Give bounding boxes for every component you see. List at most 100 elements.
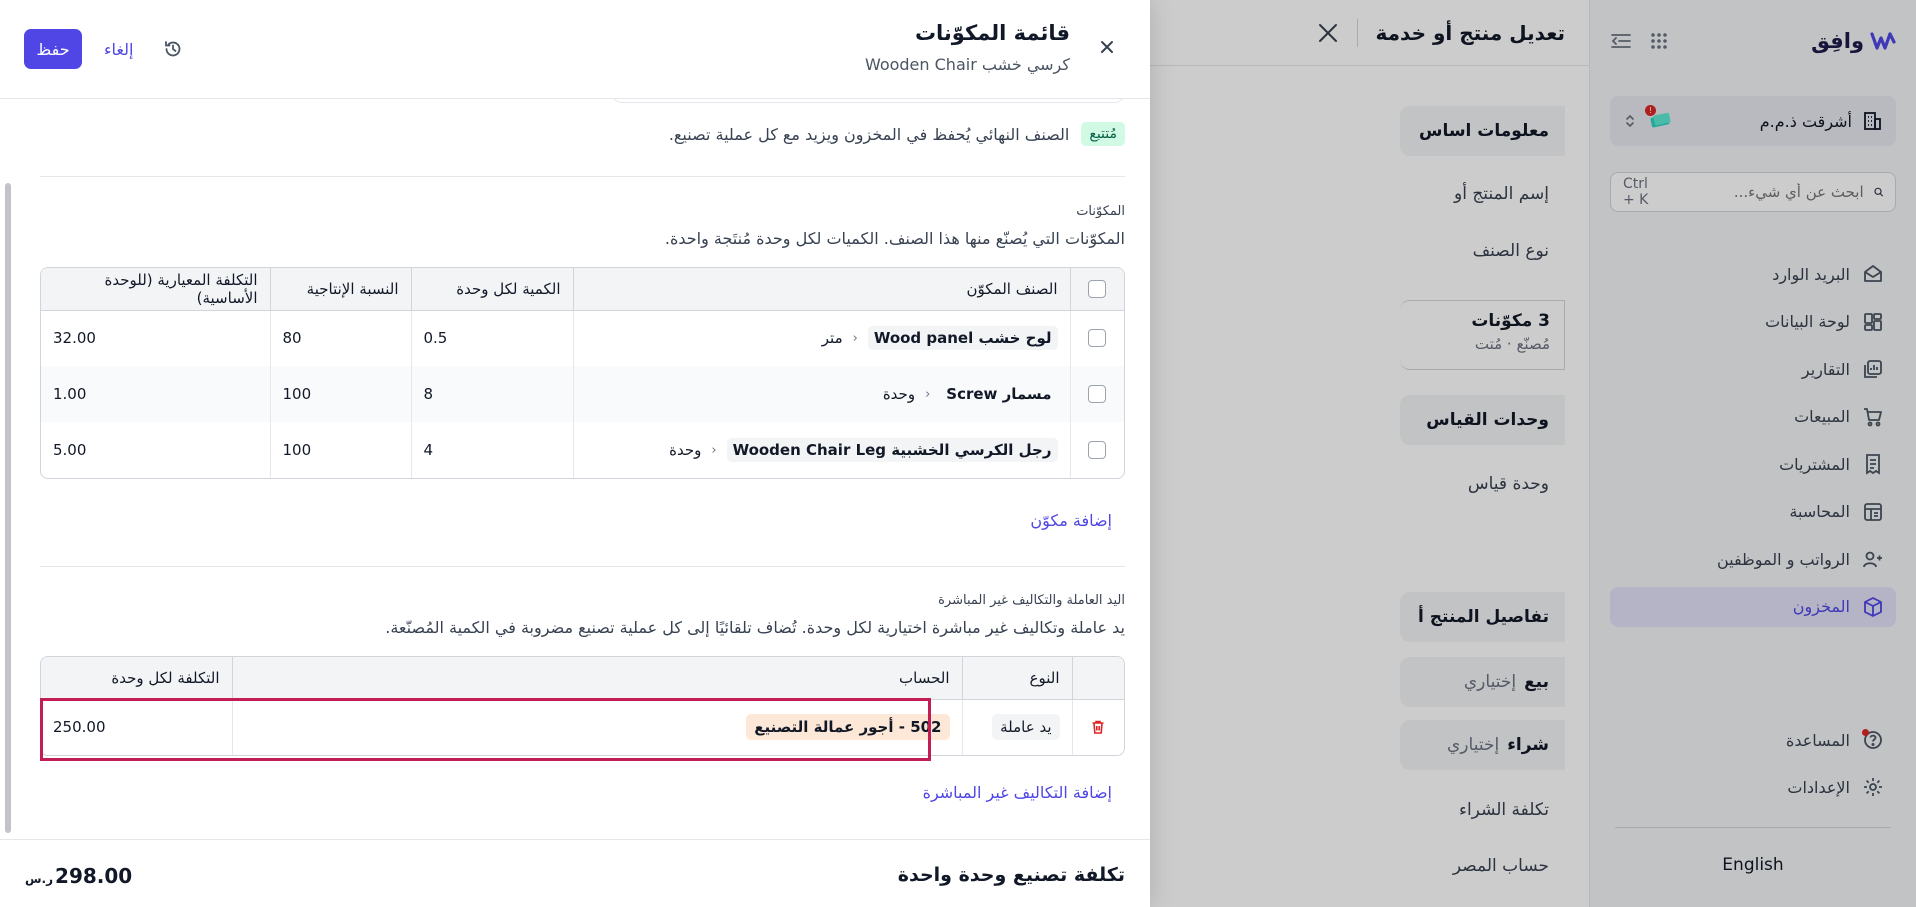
row-select-cell bbox=[1069, 422, 1124, 478]
edit-product-header: تعديل منتج أو خدمة bbox=[1150, 0, 1589, 66]
component-item-cell[interactable]: رجل الكرسي الخشبية Wooden Chair Leg ‹ وح… bbox=[572, 422, 1070, 478]
column-header[interactable]: النوع bbox=[961, 657, 1072, 700]
sell-row[interactable]: بيع إختياري bbox=[1400, 657, 1565, 707]
qty-cell[interactable]: 4 bbox=[410, 422, 573, 478]
components-summary-card[interactable]: 3 مكوّنات مُصنّع · مُتت bbox=[1400, 300, 1565, 370]
row-checkbox[interactable] bbox=[1088, 385, 1107, 403]
unit-cost-total: ر.س 298.00 bbox=[25, 864, 132, 888]
table-header-row: النوع الحساب التكلفة لكل وحدة bbox=[41, 657, 1124, 700]
nav-item-reports[interactable]: التقارير bbox=[1610, 349, 1896, 389]
nav-label: لوحة البيانات bbox=[1765, 312, 1850, 331]
section-basic-info[interactable]: معلومات اساس bbox=[1400, 106, 1565, 156]
unit-cost-label: تكلفة تصنيع وحدة واحدة bbox=[897, 864, 1125, 886]
table-row[interactable]: رجل الكرسي الخشبية Wooden Chair Leg ‹ وح… bbox=[41, 422, 1124, 478]
save-button[interactable]: حفظ bbox=[24, 29, 82, 69]
components-description: المكوّنات التي يُصنّع منها هذا الصنف. ال… bbox=[664, 229, 1125, 248]
chevron-updown-icon bbox=[1626, 114, 1634, 128]
close-icon[interactable] bbox=[1317, 22, 1339, 44]
nav-item-dashboard[interactable]: لوحة البيانات bbox=[1610, 302, 1896, 342]
component-item-cell[interactable]: لوح خشب Wood panel ‹ متر bbox=[572, 310, 1070, 366]
column-header[interactable]: الكمية لكل وحدة bbox=[410, 268, 573, 311]
component-name: رجل الكرسي الخشبية Wooden Chair Leg bbox=[726, 438, 1058, 462]
nav-item-purchases[interactable]: المشتريات bbox=[1610, 444, 1896, 484]
row-checkbox[interactable] bbox=[1088, 329, 1107, 348]
close-icon[interactable] bbox=[1098, 38, 1116, 56]
component-item-cell[interactable]: مسمار Screw ‹ وحدة bbox=[572, 366, 1070, 422]
component-unit: وحدة bbox=[882, 385, 916, 403]
language-switch[interactable]: English bbox=[1590, 855, 1916, 875]
yield-cell[interactable]: 80 bbox=[269, 310, 411, 366]
sidebar-divider bbox=[1615, 827, 1891, 828]
app-sidebar: وافِق أشرقت ذ.م.م ! Ctrl + K البريد الوا… bbox=[1589, 0, 1916, 907]
cart-icon bbox=[1864, 407, 1882, 426]
select-all-checkbox[interactable] bbox=[1088, 279, 1107, 298]
qty-cell[interactable]: 0.5 bbox=[410, 310, 573, 366]
reports-icon bbox=[1864, 360, 1882, 378]
nav-item-sales[interactable]: المبيعات bbox=[1610, 397, 1896, 437]
column-header[interactable]: الصنف المكوّن bbox=[572, 268, 1070, 311]
add-overhead-link[interactable]: إضافة التكاليف غير المباشرة bbox=[923, 783, 1112, 802]
sell-label: بيع bbox=[1524, 672, 1549, 692]
sidebar-tools bbox=[1610, 32, 1668, 50]
building-icon bbox=[1864, 112, 1881, 130]
labor-table-grid: النوع الحساب التكلفة لكل وحدة يد عاملة 5… bbox=[41, 657, 1124, 755]
brand-logo[interactable]: وافِق bbox=[1811, 29, 1896, 53]
yield-cell[interactable]: 100 bbox=[269, 422, 411, 478]
organization-switcher[interactable]: أشرقت ذ.م.م ! bbox=[1610, 96, 1896, 146]
notification-avatar[interactable]: ! bbox=[1645, 105, 1672, 131]
nav-item-accounting[interactable]: المحاسبة bbox=[1610, 492, 1896, 532]
history-icon[interactable] bbox=[163, 39, 183, 59]
scrollbar[interactable] bbox=[5, 183, 11, 833]
labor-table: النوع الحساب التكلفة لكل وحدة يد عاملة 5… bbox=[40, 656, 1125, 756]
nav-item-inbox[interactable]: البريد الوارد bbox=[1610, 254, 1896, 294]
buy-value: إختياري bbox=[1447, 735, 1500, 755]
help-icon-wrap bbox=[1862, 729, 1884, 751]
table-row[interactable]: يد عاملة 502 - أجور عمالة التصنيع 250.00 bbox=[41, 699, 1124, 755]
type-cell[interactable]: يد عاملة bbox=[961, 699, 1072, 755]
section-units[interactable]: وحدات القياس bbox=[1400, 395, 1565, 445]
nav-item-settings[interactable]: الإعدادات bbox=[1610, 767, 1896, 807]
qty-cell[interactable]: 8 bbox=[410, 366, 573, 422]
add-component-link[interactable]: إضافة مكوّن bbox=[1030, 511, 1112, 530]
buy-label: شراء bbox=[1507, 735, 1549, 755]
cancel-button[interactable]: إلغاء bbox=[104, 40, 133, 59]
column-header[interactable]: التكلفة لكل وحدة bbox=[41, 657, 232, 700]
collapse-sidebar-icon[interactable] bbox=[1610, 32, 1632, 50]
column-header[interactable]: الحساب bbox=[231, 657, 962, 700]
account-cell[interactable]: 502 - أجور عمالة التصنيع bbox=[231, 699, 962, 755]
field-label-unit: وحدة قياس bbox=[1467, 474, 1549, 494]
trash-icon[interactable] bbox=[1090, 719, 1106, 735]
apps-grid-icon[interactable] bbox=[1650, 32, 1668, 50]
row-checkbox[interactable] bbox=[1088, 441, 1107, 459]
column-header[interactable]: النسبة الإنتاجية bbox=[269, 268, 411, 311]
section-product-details[interactable]: تفاصيل المنتج أ bbox=[1400, 592, 1565, 642]
cost-cell[interactable]: 1.00 bbox=[41, 366, 270, 422]
cost-per-unit-cell[interactable]: 250.00 bbox=[41, 699, 232, 755]
buy-row[interactable]: شراء إختياري bbox=[1400, 720, 1565, 770]
chevron-left-icon: ‹ bbox=[925, 386, 931, 402]
cost-cell[interactable]: 5.00 bbox=[41, 422, 270, 478]
row-select-cell bbox=[1069, 310, 1124, 366]
table-row[interactable]: لوح خشب Wood panel ‹ متر 0.5 80 32.00 bbox=[41, 310, 1124, 366]
nav-item-inventory[interactable]: المخزون bbox=[1610, 586, 1896, 627]
brand-name: وافِق bbox=[1811, 29, 1864, 53]
select-all-cell bbox=[1069, 268, 1124, 311]
field-label-expense-account: حساب المصر bbox=[1452, 856, 1549, 876]
wafeq-logo-icon bbox=[1870, 32, 1896, 50]
component-item: لوح خشب Wood panel ‹ متر bbox=[821, 326, 1058, 351]
nav-item-payroll[interactable]: الرواتب و الموظفين bbox=[1610, 539, 1896, 579]
actions-header-cell bbox=[1071, 657, 1124, 700]
field-label-purchase-cost: تكلفة الشراء bbox=[1458, 800, 1549, 820]
yield-cell[interactable]: 100 bbox=[269, 366, 411, 422]
search-input[interactable] bbox=[1669, 183, 1864, 201]
column-header[interactable]: التكلفة المعيارية (للوحدة الأساسية) bbox=[41, 268, 270, 311]
table-row[interactable]: مسمار Screw ‹ وحدة 8 100 1.00 bbox=[41, 366, 1124, 422]
field-label-type: نوع الصنف bbox=[1472, 241, 1549, 261]
nav-item-help[interactable]: المساعدة bbox=[1610, 720, 1896, 760]
nav-label: المبيعات bbox=[1794, 407, 1850, 426]
component-unit: متر bbox=[821, 329, 843, 348]
global-search[interactable]: Ctrl + K bbox=[1610, 172, 1896, 212]
bom-drawer-actions: حفظ إلغاء bbox=[24, 29, 183, 69]
cost-cell[interactable]: 32.00 bbox=[41, 310, 270, 366]
header-separator bbox=[1356, 18, 1358, 47]
